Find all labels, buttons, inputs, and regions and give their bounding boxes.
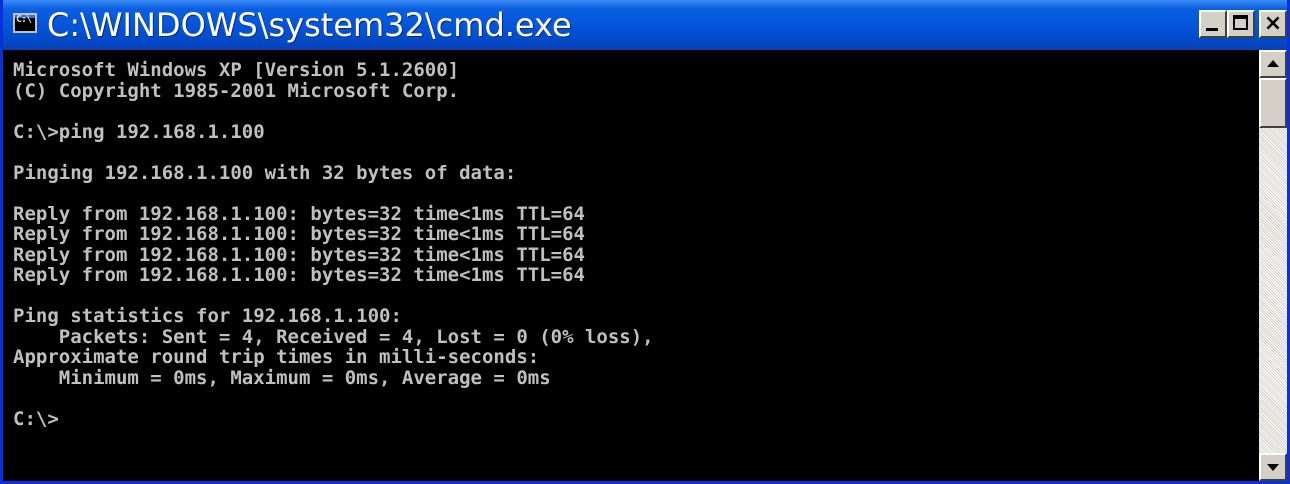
minimize-button[interactable] [1199,10,1227,38]
cmd-window: C:\ C:\WINDOWS\system32\cmd.exe × Micros… [0,0,1290,484]
scroll-up-arrow-icon [1267,60,1279,67]
console-line: Microsoft Windows XP [Version 5.1.2600] [13,59,460,81]
console-prompt[interactable]: C:\> [13,408,59,430]
title-bar[interactable]: C:\ C:\WINDOWS\system32\cmd.exe × [3,0,1287,50]
console-text: Microsoft Windows XP [Version 5.1.2600] … [3,50,1259,429]
console-line: Pinging 192.168.1.100 with 32 bytes of d… [13,161,517,184]
maximize-icon [1233,15,1248,30]
console-line: C:\>ping 192.168.1.100 [13,120,265,143]
console-line: Reply from 192.168.1.100: bytes=32 time<… [13,243,585,266]
close-icon: × [1263,11,1283,36]
console-line: (C) Copyright 1985-2001 Microsoft Corp. [13,79,460,102]
maximize-button[interactable] [1227,10,1255,38]
scrollbar-thumb[interactable] [1259,78,1287,128]
console-output[interactable]: Microsoft Windows XP [Version 5.1.2600] … [3,50,1259,481]
minimize-icon [1206,28,1218,31]
console-line: Packets: Sent = 4, Received = 4, Lost = … [13,325,654,348]
console-line: Approximate round trip times in milli-se… [13,346,540,368]
scroll-down-button[interactable] [1259,453,1287,481]
console-line: Reply from 192.168.1.100: bytes=32 time<… [13,223,585,245]
scroll-down-arrow-icon [1267,464,1279,471]
window-title: C:\WINDOWS\system32\cmd.exe [47,6,572,44]
cmd-icon-glyph: C:\ [16,14,32,25]
cmd-icon[interactable]: C:\ [13,13,37,33]
console-line: Reply from 192.168.1.100: bytes=32 time<… [13,202,585,225]
console-line: Reply from 192.168.1.100: bytes=32 time<… [13,264,585,286]
scroll-up-button[interactable] [1259,50,1287,78]
console-line: Minimum = 0ms, Maximum = 0ms, Average = … [13,366,551,389]
close-button[interactable]: × [1259,10,1287,38]
vertical-scrollbar[interactable] [1259,50,1287,481]
console-line: Ping statistics for 192.168.1.100: [13,305,402,327]
